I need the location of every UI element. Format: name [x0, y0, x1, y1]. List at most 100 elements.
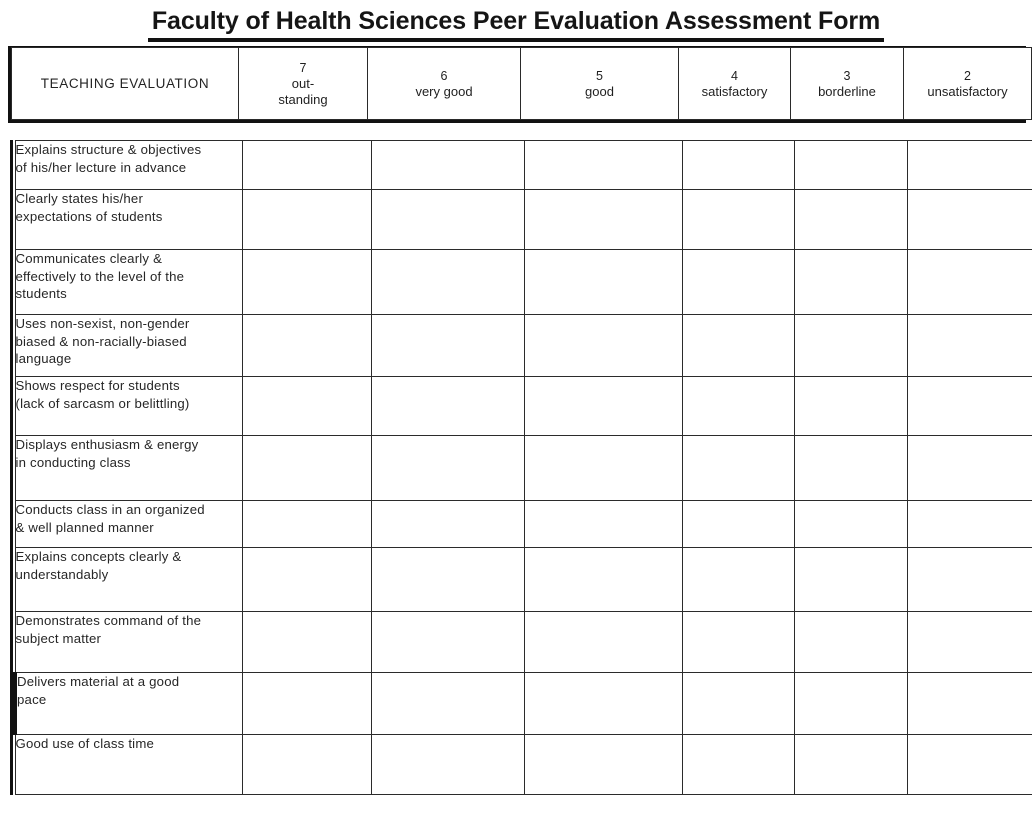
- rating-cell-3[interactable]: [793, 611, 908, 673]
- criterion-label: Explains structure & objectives of his/he…: [14, 140, 243, 190]
- criterion-label: Displays enthusiasm & energy in conductin…: [14, 435, 243, 501]
- rating-cell-3[interactable]: [793, 189, 908, 250]
- rating-cell-2[interactable]: [906, 500, 1032, 548]
- scale-word-4: satisfactory: [701, 83, 768, 99]
- rating-cell-5[interactable]: [523, 376, 683, 436]
- rating-cell-6[interactable]: [370, 611, 525, 673]
- rating-cell-7[interactable]: [241, 611, 372, 673]
- rating-cell-3[interactable]: [793, 314, 908, 377]
- scale-column-7: 7 out-standing: [238, 47, 368, 120]
- rating-cell-2[interactable]: [906, 189, 1032, 250]
- rating-cell-5[interactable]: [523, 140, 683, 190]
- rating-cell-6[interactable]: [370, 376, 525, 436]
- rating-cell-3[interactable]: [793, 672, 908, 735]
- rating-cell-5[interactable]: [523, 734, 683, 795]
- rating-cell-7[interactable]: [241, 140, 372, 190]
- criteria-row: Demonstrates command of the subject matte…: [14, 611, 1032, 673]
- rating-cell-5[interactable]: [523, 672, 683, 735]
- rating-cell-2[interactable]: [906, 140, 1032, 190]
- rating-cell-4[interactable]: [681, 249, 795, 315]
- rating-cell-4[interactable]: [681, 376, 795, 436]
- rating-cell-6[interactable]: [370, 672, 525, 735]
- scale-word-6: very good: [415, 83, 473, 99]
- criteria-table: Explains structure & objectives of his/he…: [13, 140, 1032, 795]
- rating-cell-2[interactable]: [906, 376, 1032, 436]
- scale-number-7: 7: [299, 60, 307, 75]
- criteria-row: Shows respect for students (lack of sarca…: [14, 376, 1032, 436]
- criteria-row: Communicates clearly & effectively to the…: [14, 249, 1032, 315]
- criteria-row: Good use of class time: [14, 734, 1032, 795]
- rating-cell-3[interactable]: [793, 376, 908, 436]
- scale-number-2: 2: [964, 68, 971, 83]
- rating-cell-7[interactable]: [241, 249, 372, 315]
- rating-cell-2[interactable]: [906, 734, 1032, 795]
- rating-cell-7[interactable]: [241, 314, 372, 377]
- scale-column-4: 4 satisfactory: [678, 47, 791, 120]
- rating-cell-2[interactable]: [906, 547, 1032, 612]
- rating-cell-7[interactable]: [241, 376, 372, 436]
- criteria-row: Explains structure & objectives of his/he…: [14, 140, 1032, 190]
- rating-cell-4[interactable]: [681, 435, 795, 501]
- rating-cell-6[interactable]: [370, 500, 525, 548]
- rating-cell-6[interactable]: [370, 189, 525, 250]
- rating-cell-5[interactable]: [523, 249, 683, 315]
- rating-cell-4[interactable]: [681, 189, 795, 250]
- rating-cell-7[interactable]: [241, 435, 372, 501]
- rating-cell-3[interactable]: [793, 140, 908, 190]
- rating-cell-6[interactable]: [370, 249, 525, 315]
- rating-cell-2[interactable]: [906, 314, 1032, 377]
- criterion-label: Good use of class time: [14, 734, 243, 795]
- rating-cell-5[interactable]: [523, 189, 683, 250]
- rating-cell-5[interactable]: [523, 611, 683, 673]
- criterion-label: Conducts class in an organized & well pla…: [14, 500, 243, 548]
- rating-cell-2[interactable]: [906, 611, 1032, 673]
- rating-cell-4[interactable]: [681, 500, 795, 548]
- rating-cell-6[interactable]: [370, 734, 525, 795]
- rating-cell-3[interactable]: [793, 500, 908, 548]
- rating-cell-5[interactable]: [523, 314, 683, 377]
- criteria-table-container: Explains structure & objectives of his/he…: [10, 140, 1032, 795]
- rating-cell-4[interactable]: [681, 140, 795, 190]
- rating-cell-4[interactable]: [681, 314, 795, 377]
- scale-word-7: out-standing: [278, 75, 328, 107]
- rating-cell-3[interactable]: [793, 249, 908, 315]
- criteria-row: Explains concepts clearly & understandabl…: [14, 547, 1032, 612]
- scale-word-3: borderline: [818, 83, 876, 99]
- rating-cell-6[interactable]: [370, 314, 525, 377]
- rating-cell-4[interactable]: [681, 734, 795, 795]
- rating-cell-3[interactable]: [793, 547, 908, 612]
- rating-cell-7[interactable]: [241, 189, 372, 250]
- rating-cell-6[interactable]: [370, 547, 525, 612]
- rating-cell-7[interactable]: [241, 500, 372, 548]
- rating-cell-4[interactable]: [681, 547, 795, 612]
- teaching-evaluation-label: TEACHING EVALUATION: [11, 47, 239, 120]
- criterion-label: Uses non-sexist, non-gender biased & non-…: [14, 314, 243, 377]
- rating-cell-4[interactable]: [681, 611, 795, 673]
- rating-cell-5[interactable]: [523, 500, 683, 548]
- rating-cell-7[interactable]: [241, 672, 372, 735]
- rating-cell-6[interactable]: [370, 435, 525, 501]
- scale-word-5: good: [585, 83, 614, 99]
- scale-column-5: 5 good: [520, 47, 679, 120]
- rating-cell-6[interactable]: [370, 140, 525, 190]
- criterion-label: Shows respect for students (lack of sarca…: [14, 376, 243, 436]
- rating-cell-3[interactable]: [793, 734, 908, 795]
- rating-cell-2[interactable]: [906, 672, 1032, 735]
- rating-cell-4[interactable]: [681, 672, 795, 735]
- rating-scale-table-container: TEACHING EVALUATION 7 out-standing 6 ver…: [8, 46, 1032, 123]
- rating-cell-5[interactable]: [523, 547, 683, 612]
- rating-cell-2[interactable]: [906, 435, 1032, 501]
- page-title-container: Faculty of Health Sciences Peer Evaluati…: [0, 6, 1032, 42]
- criterion-label: Delivers material at a good pace: [13, 672, 243, 735]
- rating-cell-3[interactable]: [793, 435, 908, 501]
- rating-scale-header-row: TEACHING EVALUATION 7 out-standing 6 ver…: [11, 47, 1032, 120]
- rating-cell-7[interactable]: [241, 734, 372, 795]
- scale-number-5: 5: [596, 68, 603, 83]
- criteria-row: Clearly states his/her expectations of st…: [14, 189, 1032, 250]
- criterion-label: Communicates clearly & effectively to the…: [14, 249, 243, 315]
- rating-cell-7[interactable]: [241, 547, 372, 612]
- rating-cell-5[interactable]: [523, 435, 683, 501]
- rating-cell-2[interactable]: [906, 249, 1032, 315]
- criteria-row: Delivers material at a good pace: [13, 672, 1032, 735]
- criterion-label: Demonstrates command of the subject matte…: [14, 611, 243, 673]
